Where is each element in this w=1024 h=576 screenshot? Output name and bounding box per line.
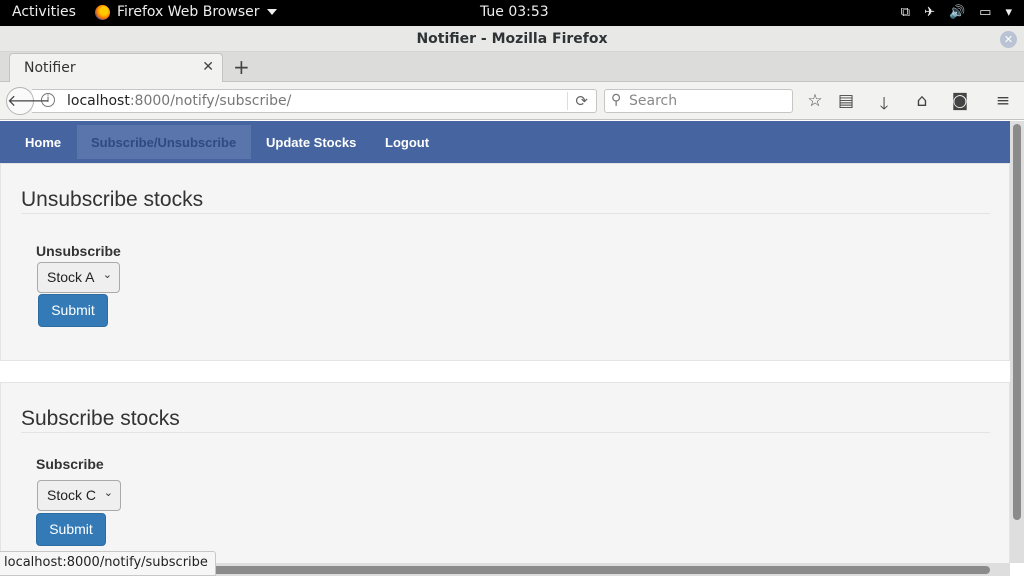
heading-divider (21, 432, 990, 433)
activities-button[interactable]: Activities (12, 4, 76, 20)
subscribe-select[interactable]: Stock C ⌄ (37, 480, 121, 511)
unsubscribe-label: Unsubscribe (36, 243, 121, 259)
page-content: Home Subscribe/Unsubscribe Update Stocks… (0, 121, 1010, 563)
unsubscribe-heading: Unsubscribe stocks (21, 188, 204, 211)
caret-down-icon (266, 9, 277, 15)
subscribe-label: Subscribe (36, 456, 104, 472)
subscribe-submit-button[interactable]: Submit (36, 513, 106, 546)
bookmark-star-icon[interactable]: ☆ (804, 91, 826, 111)
unsubscribe-panel: Unsubscribe stocks Unsubscribe Stock A ⌄… (0, 163, 1010, 361)
subscribe-heading: Subscribe stocks (21, 407, 180, 430)
vertical-scroll-thumb[interactable] (1013, 124, 1021, 520)
search-bar[interactable]: ⚲ Search (604, 89, 793, 113)
unsubscribe-select[interactable]: Stock A ⌄ (37, 262, 120, 293)
chevron-down-icon: ⌄ (102, 269, 112, 281)
downloads-icon[interactable]: 🡓 (873, 91, 895, 120)
url-path: :8000/notify/subscribe/ (129, 93, 292, 109)
search-placeholder: Search (629, 93, 678, 109)
network-icon: ⧉ (900, 5, 911, 20)
tab-title: Notifier (24, 60, 76, 76)
url-host: localhost (67, 93, 130, 109)
unsubscribe-select-value: Stock A (47, 269, 95, 285)
app-menu[interactable]: Firefox Web Browser (95, 4, 277, 20)
window-title-bar: Notifier - Mozilla Firefox ✕ (0, 26, 1024, 52)
back-button[interactable]: 🡐 (6, 87, 50, 115)
bookmarks-menu-icon[interactable]: ▤ (835, 91, 857, 111)
status-bar: localhost:8000/notify/subscribe (0, 551, 216, 576)
chevron-down-icon: ⌄ (103, 487, 113, 499)
volume-icon: 🔊 (948, 5, 966, 20)
unsubscribe-submit-button[interactable]: Submit (38, 294, 108, 327)
window-title: Notifier - Mozilla Firefox (416, 31, 608, 47)
battery-icon: ▭ (979, 5, 992, 20)
heading-divider (21, 213, 990, 214)
clock[interactable]: Tue 03:53 (480, 4, 549, 20)
app-navbar: Home Subscribe/Unsubscribe Update Stocks… (0, 121, 1010, 163)
vertical-scrollbar[interactable] (1010, 121, 1024, 563)
nav-update-stocks[interactable]: Update Stocks (266, 135, 356, 150)
tab-bar: Notifier ✕ + (0, 52, 1024, 83)
power-menu-icon: ▾ (1005, 5, 1012, 20)
hamburger-menu-icon[interactable]: ≡ (992, 91, 1014, 111)
window-close-button[interactable]: ✕ (1000, 31, 1017, 48)
browser-toolbar: i localhost:8000/notify/subscribe/ ⟳ 🡐 ⚲… (0, 82, 1024, 120)
subscribe-select-value: Stock C (47, 487, 97, 503)
app-menu-label: Firefox Web Browser (117, 4, 260, 20)
nav-subscribe-unsubscribe-label: Subscribe/Unsubscribe (91, 135, 237, 150)
url-text: localhost:8000/notify/subscribe/ (67, 93, 291, 109)
tab-notifier[interactable]: Notifier ✕ (9, 53, 223, 83)
system-tray[interactable]: ⧉ ✈ 🔊 ▭ ▾ (901, 5, 1012, 20)
search-icon: ⚲ (611, 92, 622, 108)
nav-logout[interactable]: Logout (385, 135, 429, 150)
airplane-icon: ✈ (924, 5, 935, 20)
nav-home[interactable]: Home (25, 135, 61, 150)
home-icon[interactable]: ⌂ (911, 91, 933, 111)
tab-close-icon[interactable]: ✕ (202, 59, 214, 75)
subscribe-panel: Subscribe stocks Subscribe Stock C ⌄ Sub… (0, 382, 1010, 563)
system-top-bar: Activities Firefox Web Browser Tue 03:53… (0, 0, 1024, 26)
pocket-icon[interactable]: ◙ (949, 91, 971, 111)
new-tab-button[interactable]: + (233, 55, 250, 79)
nav-subscribe-unsubscribe[interactable]: Subscribe/Unsubscribe (77, 125, 251, 159)
url-bar[interactable]: i localhost:8000/notify/subscribe/ ⟳ (32, 89, 597, 113)
reload-icon[interactable]: ⟳ (567, 92, 588, 110)
firefox-icon (95, 4, 110, 20)
